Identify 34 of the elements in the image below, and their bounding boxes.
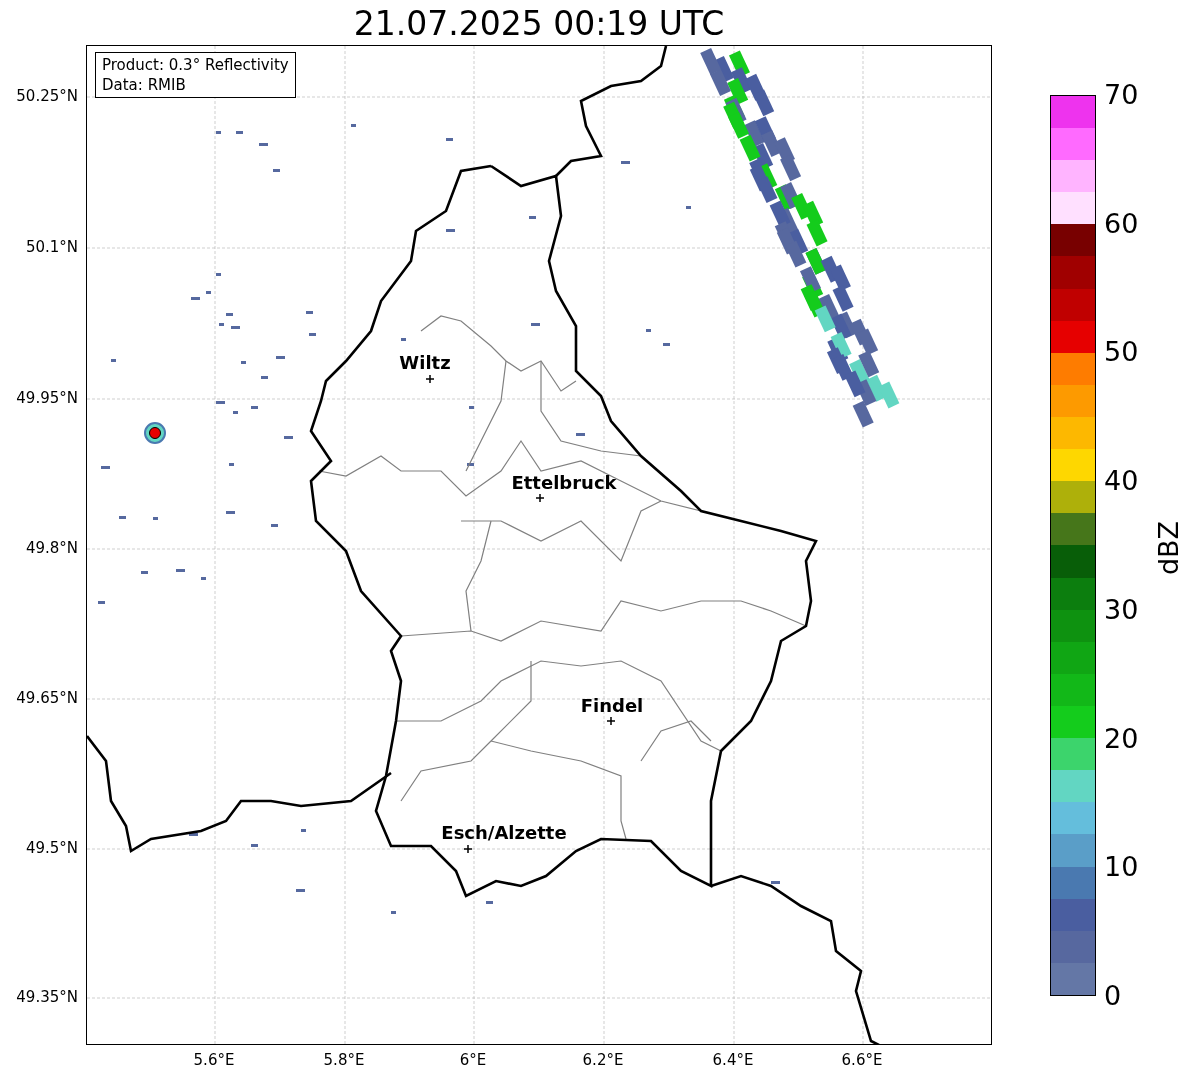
city-label: Ettelbruck [511,472,617,494]
radar-site-icon [144,422,166,444]
city-marker-icon [606,716,616,726]
longitude-tick-label: 6°E [459,1051,487,1069]
latitude-tick-label: 50.25°N [16,87,78,105]
city-label: Findel [580,695,644,717]
colorbar-tick-label: 0 [1104,981,1122,1011]
colorbar-tick-label: 30 [1104,594,1139,625]
latitude-tick-label: 50.1°N [25,238,78,256]
latitude-tick-label: 49.35°N [16,988,78,1006]
city-label: Esch/Alzette [441,822,567,844]
colorbar-tick-label: 40 [1104,466,1139,497]
colorbar-tick-label: 10 [1104,852,1139,883]
colorbar-label: dBZ [1154,520,1184,576]
map-title: 21.07.2025 00:19 UTC [352,3,726,45]
longitude-tick-label: 6.6°E [841,1051,883,1069]
latitude-tick-label: 49.8°N [25,539,78,557]
longitude-tick-label: 5.8°E [323,1051,365,1069]
city-label: Wiltz [399,352,451,374]
longitude-tick-label: 6.4°E [712,1051,754,1069]
city-marker-icon [535,493,545,503]
longitude-tick-label: 5.6°E [193,1051,235,1069]
legend-text: Data: RMIB [102,75,187,95]
colorbar-tick-label: 60 [1104,208,1139,239]
colorbar-tick-label: 50 [1104,337,1139,368]
latitude-tick-label: 49.95°N [16,389,78,407]
colorbar-tick-label: 70 [1104,80,1139,110]
latitude-tick-label: 49.5°N [25,839,78,857]
city-marker-icon [463,844,473,854]
longitude-tick-label: 6.2°E [582,1051,624,1069]
city-marker-icon [425,374,435,384]
legend-text: Product: 0.3° Reflectivity [102,55,289,75]
latitude-tick-label: 49.65°N [16,689,78,707]
colorbar-tick-label: 20 [1104,723,1139,754]
